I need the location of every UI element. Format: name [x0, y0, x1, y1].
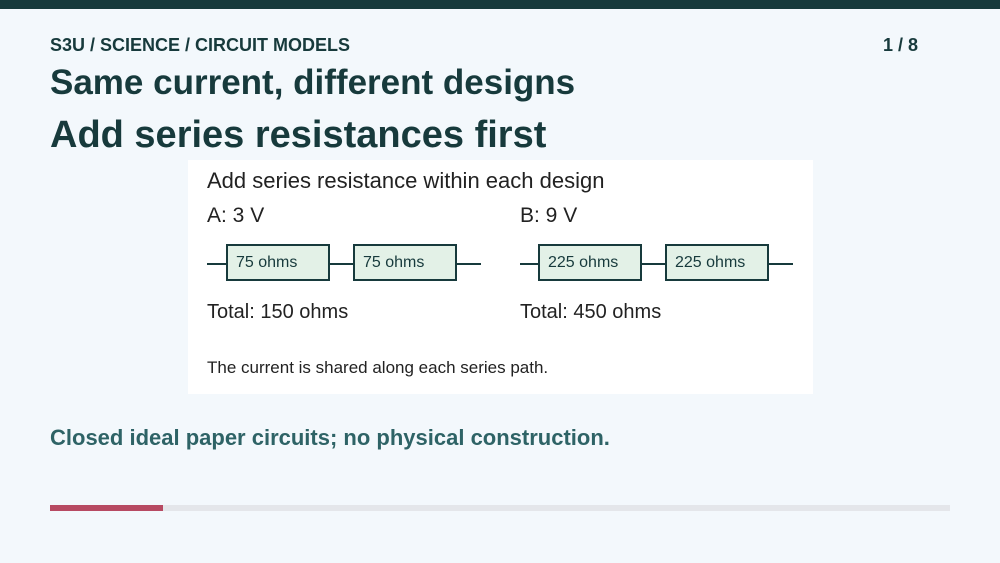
footer-note: Closed ideal paper circuits; no physical… [50, 425, 610, 450]
page-title: Same current, different designs [50, 63, 576, 102]
design-b-label: B: 9 V [520, 204, 578, 227]
progress-track [50, 505, 950, 511]
design-a-total: Total: 150 ohms [207, 301, 349, 323]
panel-title: Add series resistance within each design [207, 168, 605, 193]
page-indicator: 1 / 8 [882, 35, 918, 55]
breadcrumb: S3U / SCIENCE / CIRCUIT MODELS [50, 35, 351, 55]
top-bar [0, 0, 1000, 9]
circuit-panel: Add series resistance within each design… [188, 160, 813, 394]
design-a-label: A: 3 V [207, 204, 265, 227]
design-b-resistor-2: 225 ohms [665, 244, 769, 281]
panel-note: The current is shared along each series … [207, 358, 549, 377]
section-heading: Add series resistances first [50, 114, 547, 156]
design-b-resistor-1: 225 ohms [538, 244, 642, 281]
design-b-total: Total: 450 ohms [520, 301, 662, 323]
progress-fill [50, 505, 163, 511]
design-a-resistor-1: 75 ohms [226, 244, 330, 281]
design-a-resistor-2: 75 ohms [353, 244, 457, 281]
